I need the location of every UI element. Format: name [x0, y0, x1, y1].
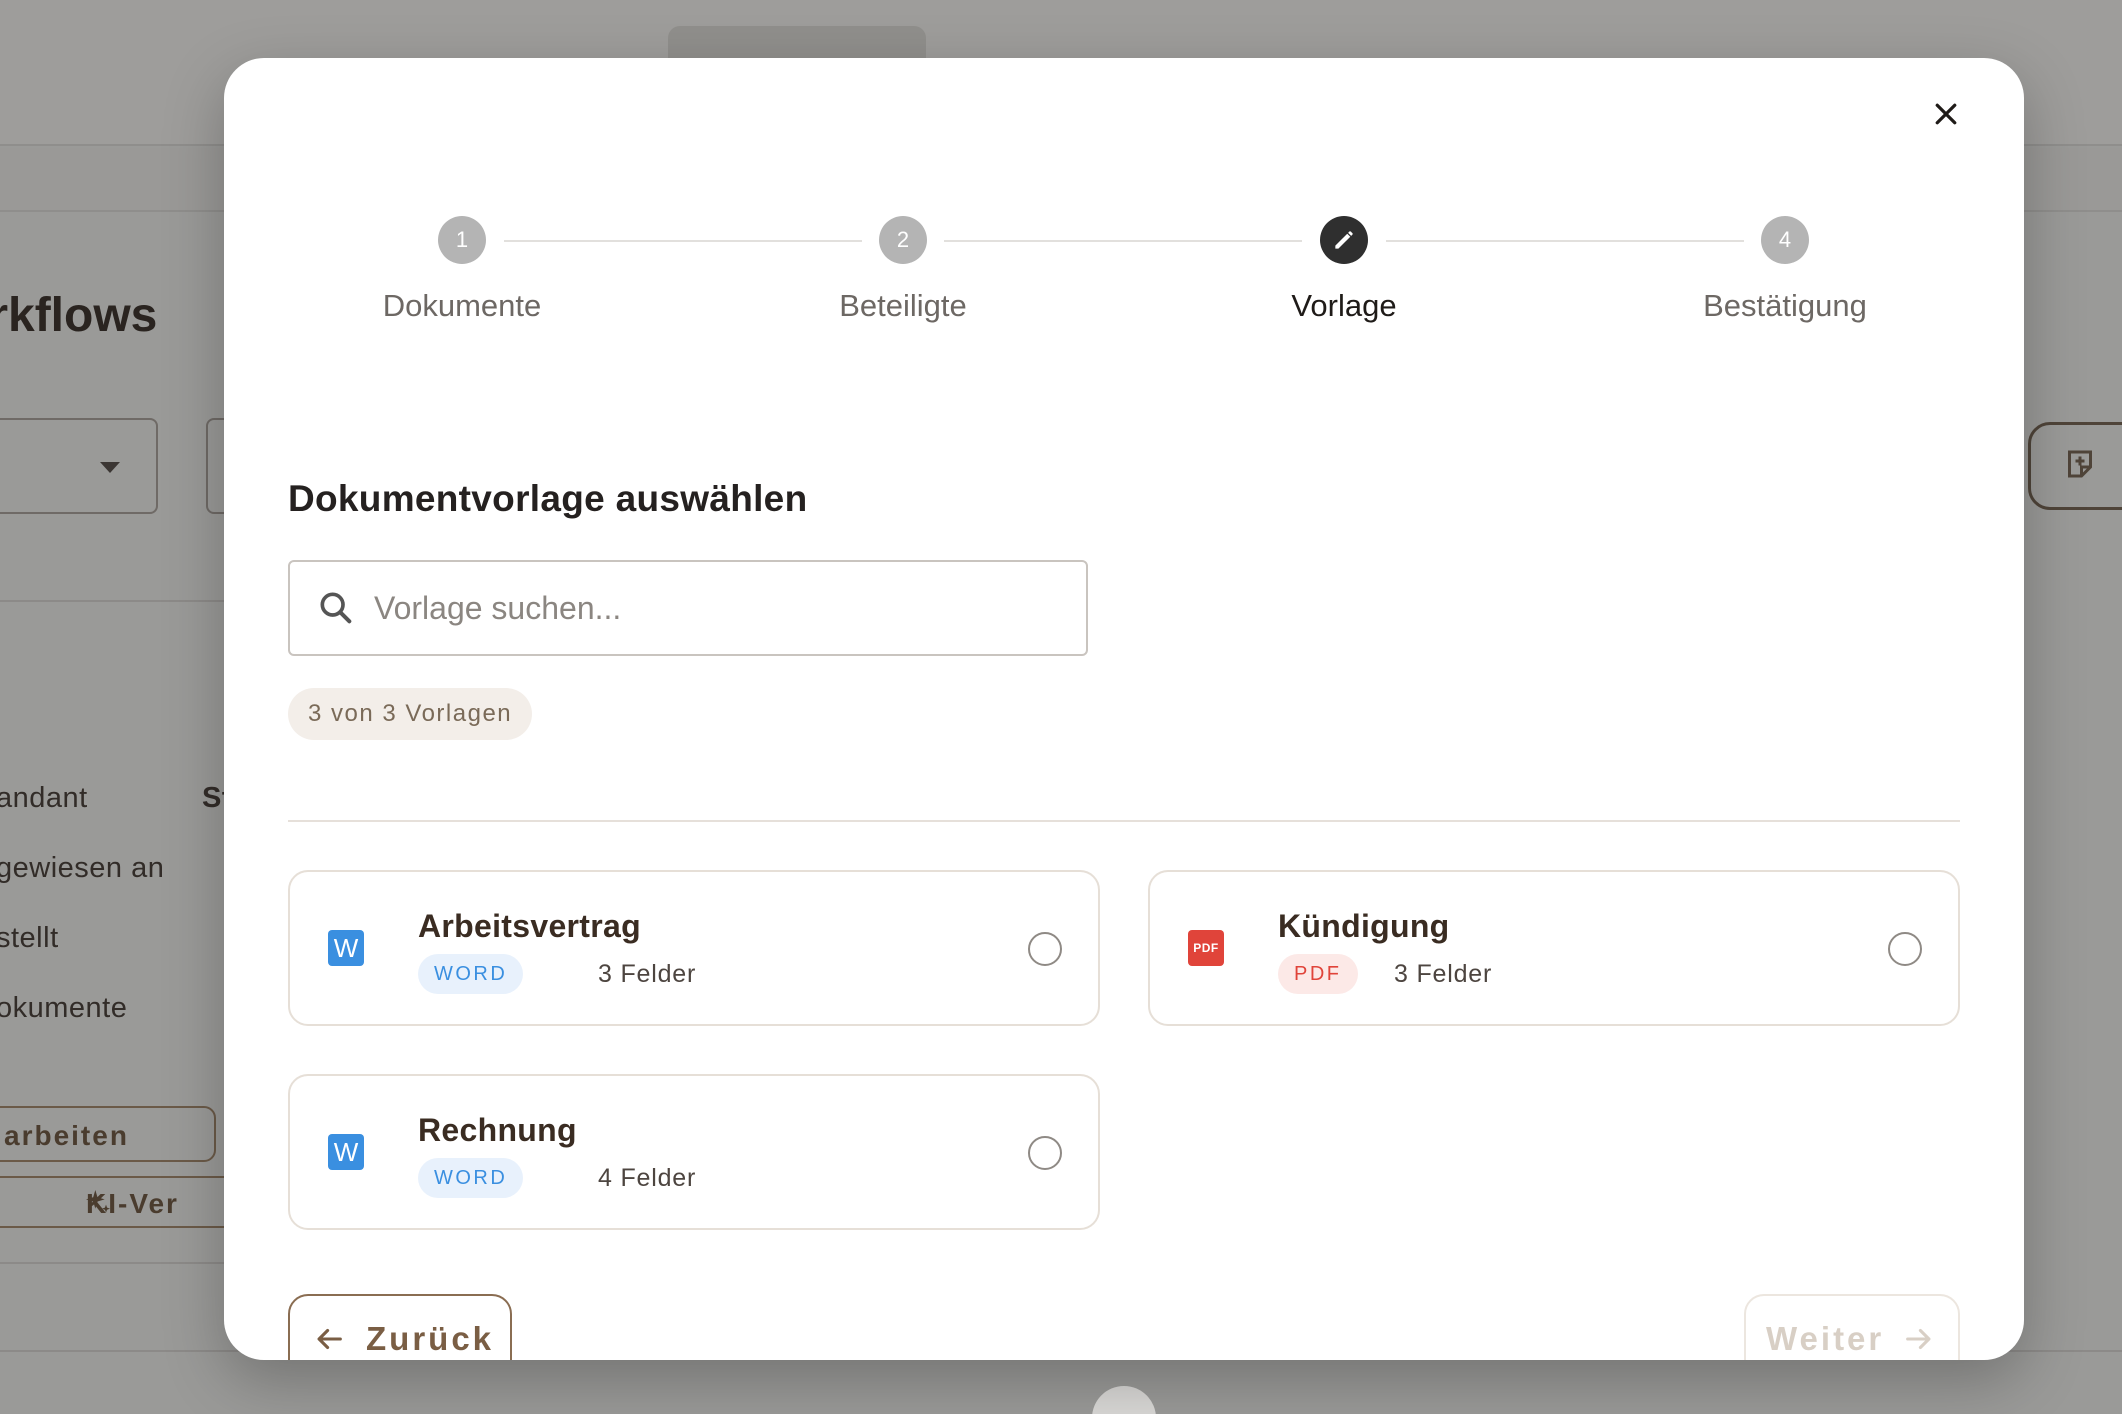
stepper: 1 Dokumente 2 Beteiligte Vorlage 4 Bestä… — [224, 216, 2024, 356]
template-dialog: 1 Dokumente 2 Beteiligte Vorlage 4 Bestä… — [224, 58, 2024, 1360]
word-file-icon: W — [328, 930, 364, 966]
edit-button-label: arbeiten — [4, 1120, 129, 1151]
template-card-arbeitsvertrag[interactable]: W Arbeitsvertrag WORD 3 Felder — [288, 870, 1100, 1026]
file-type-badge: WORD — [418, 954, 524, 994]
template-card-kuendigung[interactable]: PDF Kündigung PDF 3 Felder — [1148, 870, 1960, 1026]
filter-label: okumente — [0, 992, 128, 1024]
word-file-icon: W — [328, 1134, 364, 1170]
close-icon — [1935, 103, 1957, 125]
step-number: 1 — [438, 216, 486, 264]
add-document-icon — [2068, 450, 2092, 478]
caret-down-icon — [100, 462, 120, 473]
results-count-badge: 3 von 3 Vorlagen — [288, 688, 533, 740]
template-radio[interactable] — [1028, 932, 1062, 966]
divider — [288, 820, 1960, 822]
step-number: 4 — [1761, 216, 1809, 264]
section-title: Dokumentvorlage auswählen — [288, 478, 808, 519]
divider — [0, 1262, 224, 1264]
page-title: orkflows — [0, 289, 158, 342]
template-card-rechnung[interactable]: W Rechnung WORD 4 Felder — [288, 1074, 1100, 1230]
step-participants: 2 Beteiligte — [753, 216, 1053, 324]
filter-label: stellt — [0, 922, 59, 954]
back-button-label: Zurück — [366, 1320, 495, 1357]
next-button[interactable]: Weiter — [1744, 1294, 1960, 1360]
filter-label: andant — [0, 782, 88, 814]
template-name: Kündigung — [1278, 908, 1450, 944]
pdf-file-icon: PDF — [1188, 930, 1224, 966]
search-field[interactable] — [288, 560, 1088, 656]
field-count: 4 Felder — [598, 1164, 697, 1192]
template-name: Arbeitsvertrag — [418, 908, 641, 944]
arrow-right-icon — [1906, 1328, 1931, 1350]
pencil-icon — [1335, 231, 1353, 249]
search-input[interactable] — [374, 589, 1054, 627]
ai-button: KI-Ver — [0, 1176, 240, 1228]
step-documents: 1 Dokumente — [312, 216, 612, 324]
search-icon — [320, 592, 352, 624]
step-label: Bestätigung — [1703, 288, 1867, 323]
template-radio[interactable] — [1888, 932, 1922, 966]
floating-action — [1092, 1386, 1156, 1414]
step-template: Vorlage — [1194, 216, 1494, 324]
step-confirmation: 4 Bestätigung — [1635, 216, 1935, 324]
sparkle-icon — [86, 1190, 110, 1213]
template-name: Rechnung — [418, 1112, 577, 1148]
field-count: 3 Felder — [1394, 960, 1493, 988]
template-radio[interactable] — [1028, 1136, 1062, 1170]
step-label: Dokumente — [382, 288, 542, 323]
step-label: Beteiligte — [839, 288, 967, 323]
filter-label: gewiesen an — [0, 852, 165, 884]
back-button[interactable]: Zurück — [288, 1294, 512, 1360]
filter-dropdown — [0, 418, 158, 514]
next-button-label: Weiter — [1766, 1320, 1885, 1357]
field-count: 3 Felder — [598, 960, 697, 988]
step-label: Vorlage — [1291, 288, 1397, 323]
file-type-badge: PDF — [1278, 954, 1358, 994]
arrow-left-icon — [317, 1328, 342, 1350]
divider — [0, 600, 224, 602]
step-number: 2 — [879, 216, 927, 264]
edit-button: arbeiten — [0, 1106, 216, 1162]
close-button[interactable] — [1918, 86, 1974, 142]
step-active-indicator — [1320, 216, 1368, 264]
file-type-badge: WORD — [418, 1158, 524, 1198]
